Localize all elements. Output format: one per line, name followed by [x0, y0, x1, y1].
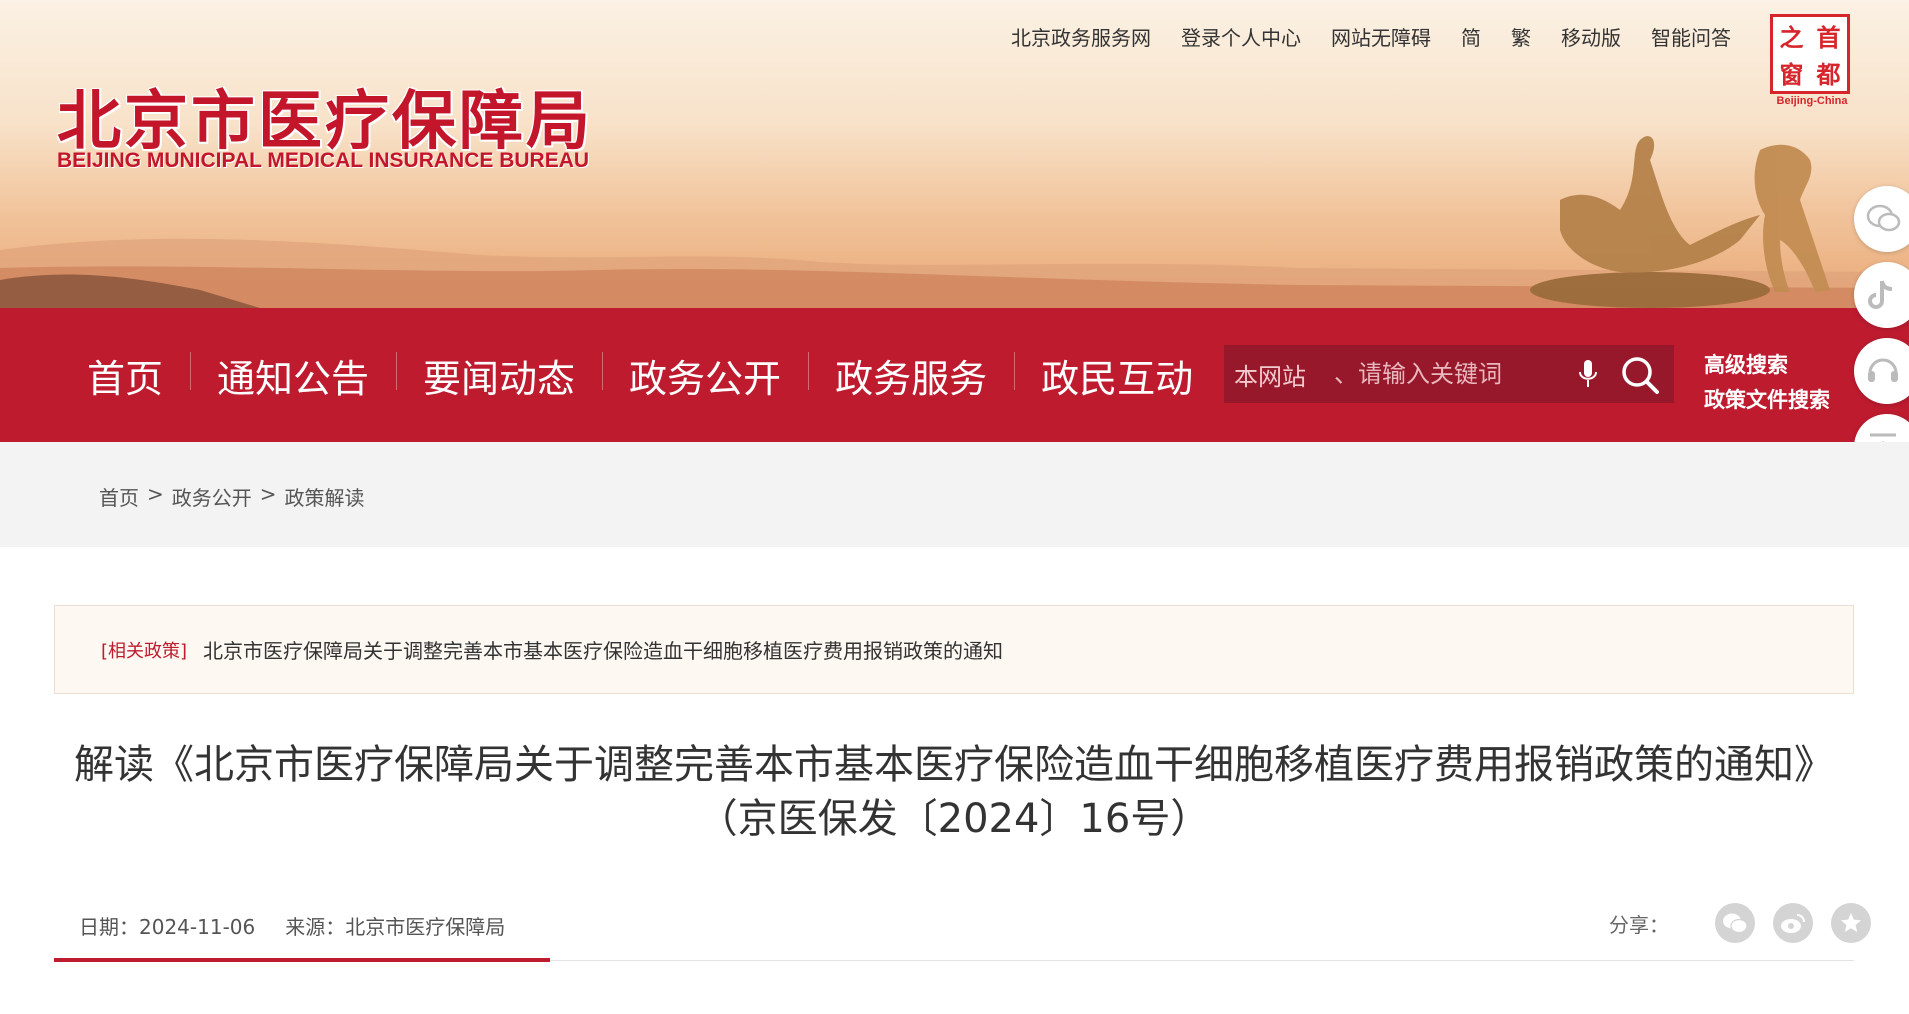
- search-input[interactable]: [1334, 360, 1564, 388]
- badge-char: 窗: [1779, 60, 1804, 89]
- link-simplified[interactable]: 简: [1461, 22, 1481, 51]
- weibo-share-icon[interactable]: [1773, 903, 1813, 943]
- nav-item-interaction[interactable]: 政民互动: [1014, 348, 1220, 403]
- badge-char: 首: [1816, 23, 1841, 52]
- link-mobile[interactable]: 移动版: [1561, 22, 1621, 51]
- policy-file-search-link[interactable]: 政策文件搜索: [1704, 383, 1830, 418]
- wechat-icon[interactable]: [1854, 186, 1909, 252]
- favorite-star-icon[interactable]: [1831, 903, 1871, 943]
- header-banner: 北京市医疗保障局 BEIJING MUNICIPAL MEDICAL INSUR…: [0, 0, 1909, 308]
- nav-item-gov-services[interactable]: 政务服务: [808, 348, 1014, 403]
- nav-item-news[interactable]: 要闻动态: [396, 348, 602, 403]
- advanced-search-links: 高级搜索 政策文件搜索: [1704, 348, 1830, 418]
- top-utility-links: 北京政务服务网 登录个人中心 网站无障碍 简 繁 移动版 智能问答: [981, 22, 1731, 51]
- search-box: 本网站: [1224, 345, 1674, 403]
- breadcrumb-gov-affairs[interactable]: 政务公开: [172, 482, 252, 511]
- share-bar: 分享：: [1609, 903, 1871, 943]
- douyin-icon[interactable]: [1854, 262, 1909, 328]
- nav-item-home[interactable]: 首页: [60, 348, 190, 403]
- breadcrumb-bar: 首页 > 政务公开 > 政策解读: [0, 442, 1909, 547]
- capital-window-badge[interactable]: 之 首 窗 都 Beijing-China: [1770, 14, 1854, 110]
- breadcrumb-home[interactable]: 首页: [99, 482, 139, 511]
- link-traditional[interactable]: 繁: [1511, 22, 1531, 51]
- breadcrumb-separator: >: [147, 482, 164, 506]
- bronze-statue-icon: [1530, 136, 1830, 308]
- nav-item-notices[interactable]: 通知公告: [190, 348, 396, 403]
- breadcrumb-separator: >: [259, 482, 277, 506]
- article-title: 解读《北京市医疗保障局关于调整完善本市基本医疗保险造血干细胞移植医疗费用报销政策…: [74, 742, 1834, 842]
- article-source: 来源：北京市医疗保障局: [285, 915, 506, 939]
- breadcrumb: 首页 > 政务公开 > 政策解读: [99, 482, 365, 511]
- breadcrumb-policy-interpretation[interactable]: 政策解读: [285, 482, 365, 511]
- wechat-share-icon[interactable]: [1715, 903, 1755, 943]
- badge-caption: Beijing-China: [1776, 95, 1848, 107]
- badge-char: 之: [1779, 23, 1804, 52]
- related-policy-box: [相关政策] 北京市医疗保障局关于调整完善本市基本医疗保险造血干细胞移植医疗费用…: [54, 605, 1854, 694]
- advanced-search-link[interactable]: 高级搜索: [1704, 348, 1830, 383]
- search-icon[interactable]: [1620, 355, 1660, 399]
- nav-item-gov-affairs[interactable]: 政务公开: [602, 348, 808, 403]
- site-logo-en[interactable]: BEIJING MUNICIPAL MEDICAL INSURANCE BURE…: [57, 149, 589, 173]
- article-meta: 日期：2024-11-06 来源：北京市医疗保障局: [79, 911, 505, 940]
- related-policy-tag: [相关政策]: [101, 640, 188, 662]
- main-nav: 首页 通知公告 要闻动态 政务公开 政务服务 政民互动 本网站 高级搜索 政策文…: [0, 308, 1909, 442]
- share-label: 分享：: [1609, 912, 1669, 937]
- headset-icon[interactable]: [1854, 338, 1909, 404]
- badge-char: 都: [1816, 60, 1841, 89]
- link-login[interactable]: 登录个人中心: [1181, 22, 1301, 51]
- link-accessibility[interactable]: 网站无障碍: [1331, 22, 1431, 51]
- search-scope[interactable]: 本网站: [1224, 357, 1334, 392]
- meta-accent-bar: [54, 958, 550, 962]
- link-smart-qa[interactable]: 智能问答: [1651, 22, 1731, 51]
- related-policy-link[interactable]: 北京市医疗保障局关于调整完善本市基本医疗保险造血干细胞移植医疗费用报销政策的通知: [203, 635, 1003, 664]
- article-date: 日期：2024-11-06: [79, 915, 256, 939]
- link-gov-service[interactable]: 北京政务服务网: [1011, 22, 1151, 51]
- microphone-icon[interactable]: [1578, 359, 1598, 393]
